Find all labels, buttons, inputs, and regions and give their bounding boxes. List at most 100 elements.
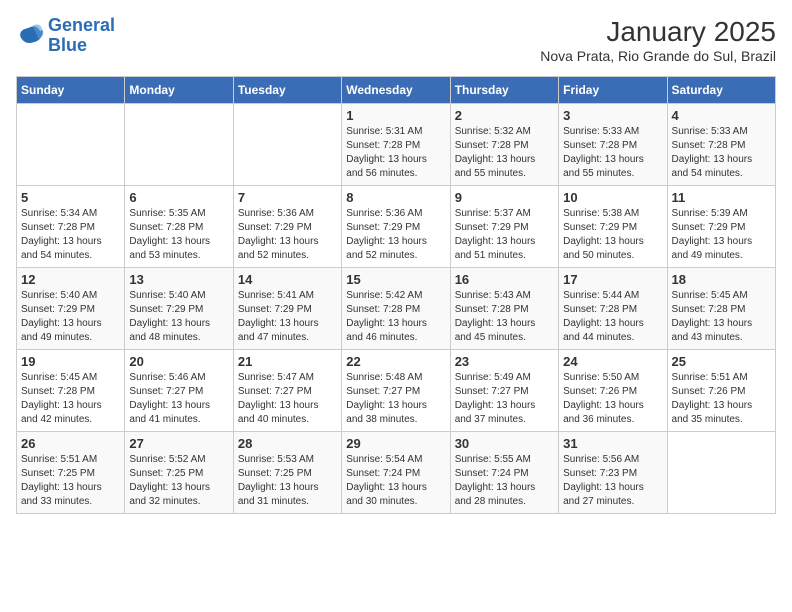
day-info: Sunrise: 5:36 AMSunset: 7:29 PMDaylight:…: [346, 207, 445, 263]
day-info: Sunrise: 5:54 AMSunset: 7:24 PMDaylight:…: [346, 453, 445, 509]
calendar-day-cell: 17 Sunrise: 5:44 AMSunset: 7:28 PMDayligh…: [559, 268, 667, 350]
day-number: 30: [455, 436, 554, 451]
day-number: 23: [455, 354, 554, 369]
calendar-day-cell: 28Sunrise: 5:53 AMSunset: 7:25 PMDayligh…: [233, 432, 341, 514]
day-info: Sunrise: 5:50 AMSunset: 7:26 PMDaylight:…: [563, 371, 662, 427]
day-number: 7: [238, 190, 337, 205]
page-header: General Blue January 2025 Nova Prata, Ri…: [16, 16, 776, 64]
calendar-day-cell: 13 Sunrise: 5:40 AMSunset: 7:29 PMDayligh…: [125, 268, 233, 350]
day-header-friday: Friday: [559, 77, 667, 104]
day-number: 21: [238, 354, 337, 369]
day-number: 14: [238, 272, 337, 287]
calendar-day-cell: 31 Sunrise: 5:56 AMSunset: 7:23 PMDayligh…: [559, 432, 667, 514]
day-number: 26: [21, 436, 120, 451]
calendar-day-cell: 23Sunrise: 5:49 AMSunset: 7:27 PMDayligh…: [450, 350, 558, 432]
day-number: 1: [346, 108, 445, 123]
calendar-day-cell: 19Sunrise: 5:45 AMSunset: 7:28 PMDayligh…: [17, 350, 125, 432]
calendar-week-row: 1 Sunrise: 5:31 AMSunset: 7:28 PMDaylight…: [17, 104, 776, 186]
calendar-day-cell: 21 Sunrise: 5:47 AMSunset: 7:27 PMDayligh…: [233, 350, 341, 432]
calendar-week-row: 26 Sunrise: 5:51 AMSunset: 7:25 PMDayligh…: [17, 432, 776, 514]
day-number: 24: [563, 354, 662, 369]
day-info: Sunrise: 5:45 AMSunset: 7:28 PMDaylight:…: [672, 289, 771, 345]
calendar-day-cell: 14 Sunrise: 5:41 AMSunset: 7:29 PMDayligh…: [233, 268, 341, 350]
calendar-day-cell: 8 Sunrise: 5:36 AMSunset: 7:29 PMDaylight…: [342, 186, 450, 268]
day-info: Sunrise: 5:43 AMSunset: 7:28 PMDaylight:…: [455, 289, 554, 345]
calendar-table: SundayMondayTuesdayWednesdayThursdayFrid…: [16, 76, 776, 514]
day-info: Sunrise: 5:35 AMSunset: 7:28 PMDaylight:…: [129, 207, 228, 263]
day-number: 20: [129, 354, 228, 369]
calendar-day-cell: 11 Sunrise: 5:39 AMSunset: 7:29 PMDayligh…: [667, 186, 775, 268]
day-info: Sunrise: 5:52 AMSunset: 7:25 PMDaylight:…: [129, 453, 228, 509]
day-info: Sunrise: 5:39 AMSunset: 7:29 PMDaylight:…: [672, 207, 771, 263]
day-number: 17: [563, 272, 662, 287]
calendar-day-cell: 4 Sunrise: 5:33 AMSunset: 7:28 PMDaylight…: [667, 104, 775, 186]
calendar-day-cell: 1 Sunrise: 5:31 AMSunset: 7:28 PMDaylight…: [342, 104, 450, 186]
calendar-week-row: 19Sunrise: 5:45 AMSunset: 7:28 PMDayligh…: [17, 350, 776, 432]
day-info: Sunrise: 5:37 AMSunset: 7:29 PMDaylight:…: [455, 207, 554, 263]
day-info: Sunrise: 5:33 AMSunset: 7:28 PMDaylight:…: [563, 125, 662, 181]
day-info: Sunrise: 5:53 AMSunset: 7:25 PMDaylight:…: [238, 453, 337, 509]
day-info: Sunrise: 5:48 AMSunset: 7:27 PMDaylight:…: [346, 371, 445, 427]
day-number: 5: [21, 190, 120, 205]
calendar-day-cell: 25Sunrise: 5:51 AMSunset: 7:26 PMDayligh…: [667, 350, 775, 432]
day-info: Sunrise: 5:51 AMSunset: 7:25 PMDaylight:…: [21, 453, 120, 509]
calendar-week-row: 5 Sunrise: 5:34 AMSunset: 7:28 PMDaylight…: [17, 186, 776, 268]
calendar-day-cell: 22 Sunrise: 5:48 AMSunset: 7:27 PMDayligh…: [342, 350, 450, 432]
logo-text: General Blue: [48, 16, 115, 56]
day-info: Sunrise: 5:38 AMSunset: 7:29 PMDaylight:…: [563, 207, 662, 263]
calendar-day-cell: 20 Sunrise: 5:46 AMSunset: 7:27 PMDayligh…: [125, 350, 233, 432]
calendar-title: January 2025: [540, 16, 776, 48]
day-number: 18: [672, 272, 771, 287]
day-header-tuesday: Tuesday: [233, 77, 341, 104]
logo-icon: [16, 22, 44, 50]
calendar-day-cell: 27 Sunrise: 5:52 AMSunset: 7:25 PMDayligh…: [125, 432, 233, 514]
calendar-day-cell: [233, 104, 341, 186]
day-number: 8: [346, 190, 445, 205]
day-header-saturday: Saturday: [667, 77, 775, 104]
day-number: 12: [21, 272, 120, 287]
day-number: 19: [21, 354, 120, 369]
calendar-day-cell: [17, 104, 125, 186]
calendar-day-cell: 12Sunrise: 5:40 AMSunset: 7:29 PMDayligh…: [17, 268, 125, 350]
calendar-header-row: SundayMondayTuesdayWednesdayThursdayFrid…: [17, 77, 776, 104]
calendar-day-cell: 5 Sunrise: 5:34 AMSunset: 7:28 PMDaylight…: [17, 186, 125, 268]
day-number: 15: [346, 272, 445, 287]
calendar-day-cell: 9 Sunrise: 5:37 AMSunset: 7:29 PMDaylight…: [450, 186, 558, 268]
title-block: January 2025 Nova Prata, Rio Grande do S…: [540, 16, 776, 64]
day-info: Sunrise: 5:51 AMSunset: 7:26 PMDaylight:…: [672, 371, 771, 427]
day-info: Sunrise: 5:36 AMSunset: 7:29 PMDaylight:…: [238, 207, 337, 263]
day-number: 31: [563, 436, 662, 451]
day-info: Sunrise: 5:34 AMSunset: 7:28 PMDaylight:…: [21, 207, 120, 263]
day-number: 13: [129, 272, 228, 287]
day-number: 29: [346, 436, 445, 451]
day-info: Sunrise: 5:40 AMSunset: 7:29 PMDaylight:…: [129, 289, 228, 345]
day-info: Sunrise: 5:56 AMSunset: 7:23 PMDaylight:…: [563, 453, 662, 509]
day-number: 3: [563, 108, 662, 123]
calendar-day-cell: [667, 432, 775, 514]
day-number: 9: [455, 190, 554, 205]
day-number: 6: [129, 190, 228, 205]
calendar-subtitle: Nova Prata, Rio Grande do Sul, Brazil: [540, 48, 776, 64]
day-header-monday: Monday: [125, 77, 233, 104]
calendar-day-cell: 29 Sunrise: 5:54 AMSunset: 7:24 PMDayligh…: [342, 432, 450, 514]
day-info: Sunrise: 5:33 AMSunset: 7:28 PMDaylight:…: [672, 125, 771, 181]
day-info: Sunrise: 5:55 AMSunset: 7:24 PMDaylight:…: [455, 453, 554, 509]
day-info: Sunrise: 5:44 AMSunset: 7:28 PMDaylight:…: [563, 289, 662, 345]
day-info: Sunrise: 5:31 AMSunset: 7:28 PMDaylight:…: [346, 125, 445, 181]
day-number: 27: [129, 436, 228, 451]
day-info: Sunrise: 5:47 AMSunset: 7:27 PMDaylight:…: [238, 371, 337, 427]
calendar-day-cell: 7 Sunrise: 5:36 AMSunset: 7:29 PMDaylight…: [233, 186, 341, 268]
calendar-day-cell: 10Sunrise: 5:38 AMSunset: 7:29 PMDayligh…: [559, 186, 667, 268]
day-info: Sunrise: 5:41 AMSunset: 7:29 PMDaylight:…: [238, 289, 337, 345]
calendar-day-cell: 18 Sunrise: 5:45 AMSunset: 7:28 PMDayligh…: [667, 268, 775, 350]
day-number: 22: [346, 354, 445, 369]
day-info: Sunrise: 5:46 AMSunset: 7:27 PMDaylight:…: [129, 371, 228, 427]
day-header-thursday: Thursday: [450, 77, 558, 104]
day-number: 4: [672, 108, 771, 123]
day-number: 11: [672, 190, 771, 205]
calendar-day-cell: 2Sunrise: 5:32 AMSunset: 7:28 PMDaylight…: [450, 104, 558, 186]
calendar-day-cell: [125, 104, 233, 186]
calendar-week-row: 12 Sunrise: 5:40 AMSunset: 7:29 PMDayligh…: [17, 268, 776, 350]
calendar-day-cell: 26 Sunrise: 5:51 AMSunset: 7:25 PMDayligh…: [17, 432, 125, 514]
day-number: 16: [455, 272, 554, 287]
